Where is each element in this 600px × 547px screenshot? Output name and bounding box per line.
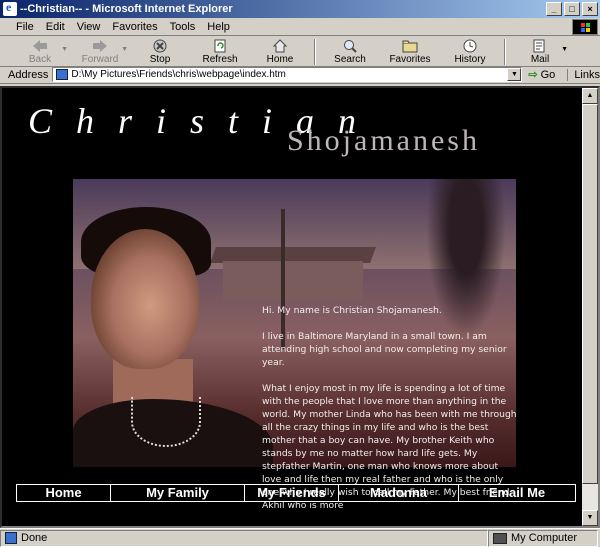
zone-text: My Computer bbox=[511, 532, 578, 544]
nav-my-family[interactable]: My Family bbox=[111, 485, 245, 501]
go-arrow-icon: ⇨ bbox=[528, 69, 538, 81]
history-button[interactable]: History bbox=[440, 37, 500, 67]
status-left: Done bbox=[0, 529, 488, 547]
menu-bar: File Edit View Favorites Tools Help bbox=[0, 18, 600, 36]
nav-madonna[interactable]: Madonna bbox=[339, 485, 459, 501]
menu-view[interactable]: View bbox=[71, 21, 107, 33]
forward-button[interactable]: Forward ▼ bbox=[70, 37, 130, 67]
status-zone: My Computer bbox=[488, 529, 598, 547]
photo-chain bbox=[131, 397, 201, 447]
site-nav: Home My Family My Friends Madonna Email … bbox=[16, 484, 576, 502]
toolbar-separator bbox=[504, 39, 506, 65]
mail-dropdown-icon[interactable]: ▼ bbox=[561, 46, 568, 53]
search-button[interactable]: Search bbox=[320, 37, 380, 67]
bio-paragraph: Hi. My name is Christian Shojamanesh. bbox=[262, 305, 442, 316]
address-label: Address bbox=[8, 68, 49, 81]
mail-button[interactable]: Mail ▼ bbox=[510, 37, 570, 67]
page-viewport: Christian Shojamanesh Hi. My name is Chr… bbox=[0, 86, 600, 528]
mail-icon bbox=[533, 39, 545, 53]
favorites-button[interactable]: Favorites bbox=[380, 37, 440, 67]
back-button[interactable]: Back ▼ bbox=[10, 37, 70, 67]
page-done-icon bbox=[5, 532, 17, 544]
favorites-label: Favorites bbox=[389, 54, 431, 65]
home-icon bbox=[272, 39, 288, 53]
forward-label: Forward bbox=[81, 54, 119, 65]
history-icon bbox=[463, 39, 477, 53]
stop-icon bbox=[153, 39, 167, 53]
window-controls: _ □ × bbox=[546, 2, 598, 16]
back-arrow-icon bbox=[33, 40, 47, 52]
back-label: Back bbox=[28, 54, 52, 65]
scroll-thumb[interactable] bbox=[582, 104, 598, 484]
history-label: History bbox=[454, 54, 486, 65]
search-icon bbox=[344, 40, 357, 53]
close-button[interactable]: × bbox=[582, 2, 598, 16]
address-value[interactable]: D:\My Pictures\Friends\chris\webpage\ind… bbox=[71, 69, 286, 80]
nav-home[interactable]: Home bbox=[17, 485, 111, 501]
go-button[interactable]: ⇨ Go bbox=[528, 68, 556, 82]
address-bar: Address D:\My Pictures\Friends\chris\web… bbox=[0, 66, 600, 84]
window-title: --Christian-- - Microsoft Internet Explo… bbox=[20, 3, 233, 15]
stop-label: Stop bbox=[149, 54, 171, 65]
computer-icon bbox=[493, 532, 507, 544]
menu-file[interactable]: File bbox=[10, 21, 40, 33]
status-bar: Done My Computer bbox=[0, 528, 600, 547]
ie-icon bbox=[3, 0, 17, 16]
toolbar: Back ▼ Forward ▼ Stop Refresh Home Searc… bbox=[0, 37, 600, 67]
minimize-button[interactable]: _ bbox=[546, 2, 562, 16]
home-label: Home bbox=[266, 54, 294, 65]
nav-email-me[interactable]: Email Me bbox=[459, 485, 575, 501]
address-field[interactable]: D:\My Pictures\Friends\chris\webpage\ind… bbox=[52, 67, 523, 82]
windows-logo-icon bbox=[572, 19, 598, 35]
search-label: Search bbox=[334, 54, 366, 65]
vertical-scrollbar[interactable]: ▲ ▼ bbox=[582, 88, 598, 526]
refresh-label: Refresh bbox=[202, 54, 238, 65]
go-label: Go bbox=[540, 68, 556, 81]
stop-button[interactable]: Stop bbox=[130, 37, 190, 67]
page-icon bbox=[56, 69, 69, 80]
back-dropdown-icon[interactable]: ▼ bbox=[61, 46, 68, 53]
menu-edit[interactable]: Edit bbox=[40, 21, 71, 33]
refresh-button[interactable]: Refresh bbox=[190, 37, 250, 67]
heading-last-name: Shojamanesh bbox=[287, 124, 480, 157]
forward-arrow-icon bbox=[93, 40, 107, 52]
nav-my-friends[interactable]: My Friends bbox=[245, 485, 339, 501]
links-button[interactable]: Links bbox=[567, 68, 600, 81]
scroll-down-icon[interactable]: ▼ bbox=[582, 510, 598, 526]
address-dropdown-icon[interactable]: ▼ bbox=[507, 68, 522, 81]
menu-help[interactable]: Help bbox=[201, 21, 236, 33]
home-button[interactable]: Home bbox=[250, 37, 310, 67]
photo-house bbox=[223, 261, 363, 301]
photo-face bbox=[91, 229, 199, 369]
toolbar-separator bbox=[314, 39, 316, 65]
favorites-folder-icon bbox=[402, 40, 418, 53]
mail-label: Mail bbox=[530, 54, 550, 65]
menu-favorites[interactable]: Favorites bbox=[106, 21, 163, 33]
title-bar: --Christian-- - Microsoft Internet Explo… bbox=[0, 0, 600, 18]
maximize-button[interactable]: □ bbox=[564, 2, 580, 16]
bio-paragraph: I live in Baltimore Maryland in a small … bbox=[262, 331, 507, 368]
scroll-up-icon[interactable]: ▲ bbox=[582, 88, 598, 104]
refresh-icon bbox=[214, 39, 226, 53]
menu-tools[interactable]: Tools bbox=[164, 21, 202, 33]
forward-dropdown-icon[interactable]: ▼ bbox=[121, 46, 128, 53]
status-text: Done bbox=[21, 532, 48, 544]
